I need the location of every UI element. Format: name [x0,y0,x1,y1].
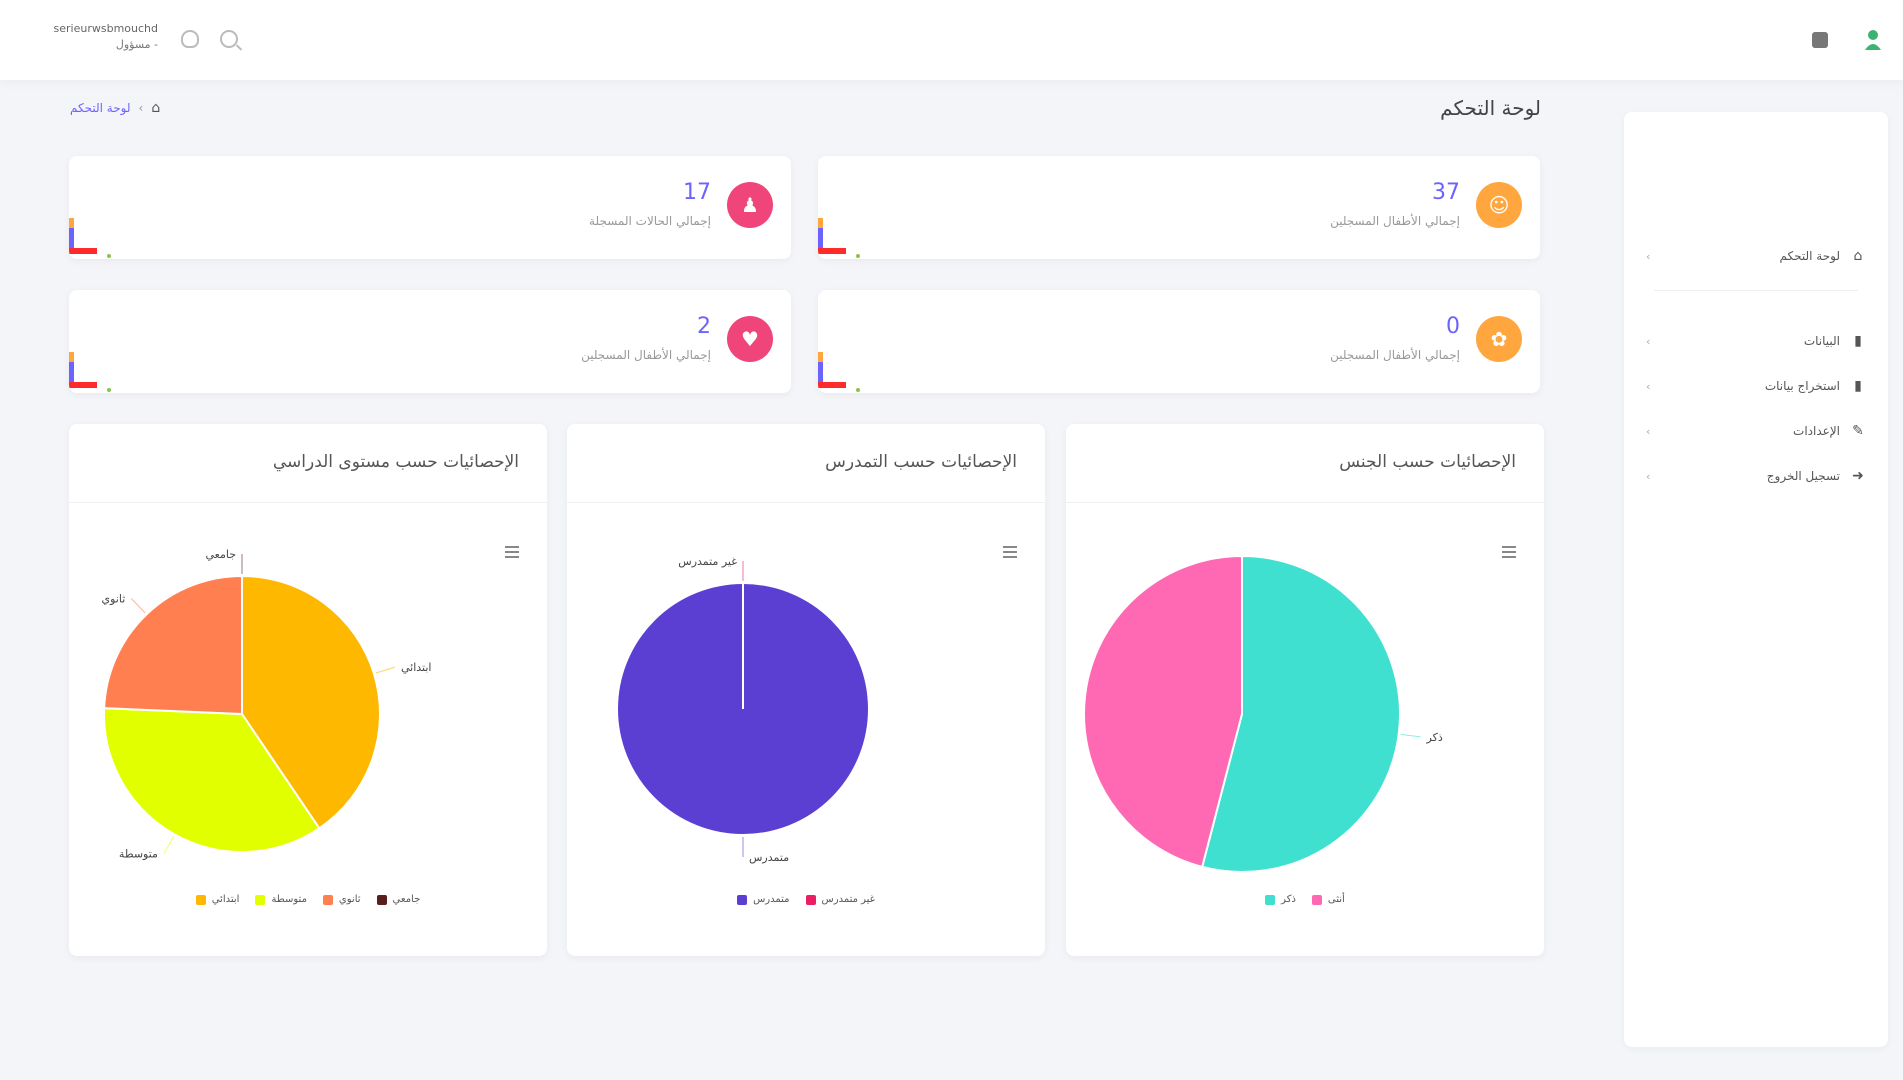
stat-value: 37 [1432,180,1460,205]
sparkline-icon [69,352,111,392]
chart-legend: متمدرس غير متمدرس [567,894,1045,905]
legend-swatch [1265,894,1276,905]
stat-value: 0 [1446,314,1460,339]
chart-legend: ذكر أنثى [1066,894,1544,905]
chevron-icon: ‹ [1646,249,1651,263]
sidebar-item-dashboard[interactable]: ⌂ لوحة التحكم ‹ [1646,242,1866,270]
sidebar-divider [1654,290,1858,291]
legend-label: أنثى [1327,894,1345,905]
chevron-icon: ‹ [1646,334,1651,348]
stat-card-two: ♥ 2 إجمالي الأطفال المسجلين [69,290,791,393]
slice-label: جامعي [205,548,236,561]
legend-item[interactable]: أنثى [1311,894,1345,905]
slice-label-line [1400,733,1421,738]
chart-card-level: الإحصائيات حسب مستوى الدراسي ابتدائي متوس… [69,424,547,956]
sidebar-item-label: البيانات [1803,334,1840,348]
legend-item[interactable]: ذكر [1265,894,1296,905]
file-icon: ▮ [1854,333,1862,349]
breadcrumb-link[interactable]: لوحة التحكم [70,101,131,115]
slice-label: متمدرس [749,851,789,864]
stat-label: إجمالي الأطفال المسجلين [1330,348,1460,362]
breadcrumb-separator: ‹ [138,101,144,115]
file-export-icon: ▮ [1854,378,1862,394]
legend-swatch [1311,894,1322,905]
home-icon[interactable]: ⌂ [151,100,160,116]
logo[interactable] [1862,28,1884,52]
top-bar: serieurwsbmouchd مسؤول - [0,0,1903,80]
legend-item[interactable]: غير متمدرس [805,894,875,905]
chevron-icon: ‹ [1646,379,1651,393]
stat-card-zero: ✿ 0 إجمالي الأطفال المسجلين [818,290,1540,393]
pie-chart-gender: ذكر [1083,554,1443,873]
slice-label-line [375,666,396,674]
breadcrumb: لوحة التحكم ‹ ⌂ [70,100,160,116]
legend-label: ثانوي [338,894,361,905]
user-email: serieurwsbmouchd [53,22,158,35]
sparkline-icon [818,352,860,392]
users-icon: ☺ [1476,182,1522,228]
stat-card-children: ☺ 37 إجمالي الأطفال المسجلين [818,156,1540,259]
stat-label: إجمالي الأطفال المسجلين [581,348,711,362]
slice-label-line [163,835,175,854]
sidebar-item-settings[interactable]: ✎ الإعدادات ‹ [1646,417,1866,445]
slice-label: متوسطة [119,848,158,861]
sidebar-item-label: تسجيل الخروج [1766,469,1840,483]
legend-swatch [805,894,816,905]
sidebar-item-logout[interactable]: ➜ تسجيل الخروج ‹ [1646,462,1866,490]
chevron-icon: ‹ [1646,469,1651,483]
legend-swatch [737,894,748,905]
chart-card-gender: الإحصائيات حسب الجنس ذكر ذكر أنثى [1066,424,1544,956]
sidebar-item-label: لوحة التحكم [1779,249,1841,263]
menu-icon[interactable] [1812,32,1828,48]
legend-label: متمدرس [753,894,790,905]
legend-item[interactable]: متوسطة [255,894,307,905]
user-menu[interactable]: serieurwsbmouchd مسؤول - [28,22,158,51]
legend-swatch [255,894,266,905]
legend-item[interactable]: ابتدائي [195,894,240,905]
pie-chart-level: ابتدائي متوسطة ثانوي جامعي [102,548,432,861]
sparkline-icon [818,218,860,258]
slice-label: ذكر [1426,731,1443,744]
sidebar-item-export[interactable]: ▮ استخراج بيانات ‹ [1646,372,1866,400]
bell-icon[interactable] [181,30,199,48]
logout-icon: ➜ [1852,468,1864,484]
slice-label: غير متمدرس [678,555,737,568]
stat-value: 2 [697,314,711,339]
heart-icon: ♥ [727,316,773,362]
page-title: لوحة التحكم [1440,96,1541,120]
user-icon: ♟ [727,182,773,228]
pie-chart-schooling: متمدرس غير متمدرس [616,555,870,864]
legend-label: جامعي [392,894,421,905]
search-icon[interactable] [220,30,238,48]
pen-icon: ✎ [1852,423,1864,439]
legend-item[interactable]: جامعي [376,894,421,905]
slice-label: ثانوي [102,592,126,605]
legend-swatch [376,894,387,905]
sidebar: ⌂ لوحة التحكم ‹ ▮ البيانات ‹ ▮ استخراج ب… [1624,112,1888,1047]
legend-swatch [195,894,206,905]
legend-item[interactable]: متمدرس [737,894,790,905]
legend-label: ذكر [1281,894,1296,905]
legend-item[interactable]: ثانوي [322,894,361,905]
dashboard-icon: ⌂ [1853,248,1863,264]
legend-label: متوسطة [271,894,307,905]
badge-icon: ✿ [1476,316,1522,362]
chart-card-schooling: الإحصائيات حسب التمدرس متمدرس غير متمدرس … [567,424,1045,956]
stat-label: إجمالي الحالات المسجلة [589,214,711,228]
sidebar-item-label: الإعدادات [1793,424,1840,438]
slice-label-line [130,598,146,614]
legend-swatch [322,894,333,905]
stat-label: إجمالي الأطفال المسجلين [1330,214,1460,228]
slice-label: ابتدائي [401,661,432,674]
user-role: مسؤول - [115,38,158,51]
stat-card-cases: ♟ 17 إجمالي الحالات المسجلة [69,156,791,259]
sidebar-item-data[interactable]: ▮ البيانات ‹ [1646,327,1866,355]
chart-legend: ابتدائي متوسطة ثانوي جامعي [69,894,547,905]
stat-value: 17 [683,180,711,205]
legend-label: غير متمدرس [821,894,875,905]
legend-label: ابتدائي [211,894,240,905]
chevron-icon: ‹ [1646,424,1651,438]
sparkline-icon [69,218,111,258]
sidebar-item-label: استخراج بيانات [1764,379,1840,393]
